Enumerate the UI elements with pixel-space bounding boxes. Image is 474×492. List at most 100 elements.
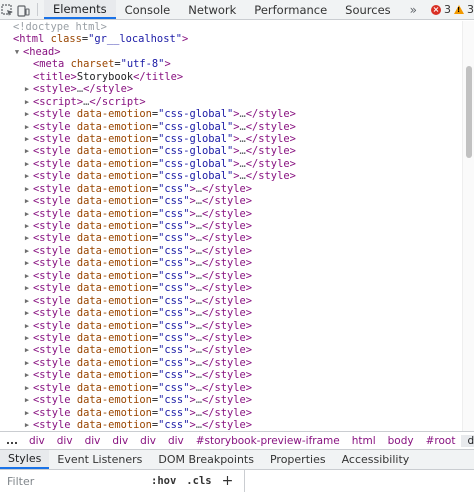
breadcrumb-item[interactable]: body (382, 435, 420, 447)
dom-tree-row[interactable]: ▶ <style data-emotion="css">…</style> (0, 320, 462, 332)
dom-tree-row[interactable]: ▶ <style data-emotion="css-global">…</sty… (0, 170, 462, 182)
dom-tree-row[interactable]: ▼ <head> (0, 46, 462, 58)
device-toolbar-icon[interactable] (16, 0, 32, 20)
dom-tree-row[interactable]: ▶ <style data-emotion="css">…</style> (0, 344, 462, 356)
expand-arrow-closed-icon[interactable]: ▶ (23, 108, 31, 120)
breadcrumb-item[interactable]: div (23, 435, 51, 447)
dom-tree-row[interactable]: ▶ <style data-emotion="css">…</style> (0, 357, 462, 369)
expand-arrow-closed-icon[interactable]: ▶ (23, 369, 31, 381)
tab-properties[interactable]: Properties (262, 450, 334, 469)
tab-event-listeners[interactable]: Event Listeners (49, 450, 150, 469)
tab-network[interactable]: Network (179, 0, 245, 19)
breadcrumb-item[interactable]: html (346, 435, 382, 447)
dom-tree-row[interactable]: <!doctype html> (0, 21, 462, 33)
expand-arrow-closed-icon[interactable]: ▶ (23, 394, 31, 406)
tab-accessibility[interactable]: Accessibility (334, 450, 418, 469)
expand-arrow-closed-icon[interactable]: ▶ (23, 257, 31, 269)
new-style-rule-button[interactable]: + (217, 473, 239, 489)
dom-tree-row[interactable]: ▶ <style data-emotion="css">…</style> (0, 394, 462, 406)
expand-arrow-closed-icon[interactable]: ▶ (23, 407, 31, 419)
expand-arrow-closed-icon[interactable]: ▶ (23, 170, 31, 182)
breadcrumb-overflow[interactable]: ... (0, 435, 23, 447)
expand-arrow-closed-icon[interactable]: ▶ (23, 344, 31, 356)
scrollbar-thumb[interactable] (466, 66, 472, 158)
dom-tree-row[interactable]: <meta charset="utf-8"> (0, 58, 462, 70)
expand-arrow-closed-icon[interactable]: ▶ (23, 208, 31, 220)
dom-tree-row[interactable]: ▶ <style data-emotion="css">…</style> (0, 257, 462, 269)
expand-arrow-closed-icon[interactable]: ▶ (23, 307, 31, 319)
breadcrumb-item[interactable]: #root (420, 435, 462, 447)
tab-styles[interactable]: Styles (0, 450, 50, 469)
breadcrumb-item[interactable]: div (134, 435, 162, 447)
dom-tree-row[interactable]: ▶ <style data-emotion="css-global">…</sty… (0, 108, 462, 120)
dom-tree-row[interactable]: ▶ <style data-emotion="css">…</style> (0, 332, 462, 344)
dom-tree-row[interactable]: ▶ <style data-emotion="css">…</style> (0, 282, 462, 294)
dom-tree-row[interactable]: ▶ <style data-emotion="css">…</style> (0, 295, 462, 307)
dom-tree-row[interactable]: ▶ <style data-emotion="css">…</style> (0, 407, 462, 419)
dom-tree-scrollbar[interactable] (462, 21, 474, 431)
expand-arrow-closed-icon[interactable]: ▶ (23, 419, 31, 431)
tag-name: style (39, 369, 71, 382)
expand-arrow-closed-icon[interactable]: ▶ (23, 183, 31, 195)
class-toggle-button[interactable]: .cls (181, 475, 216, 487)
dom-tree-row[interactable]: ▶ <style data-emotion="css-global">…</sty… (0, 145, 462, 157)
breadcrumb-item[interactable]: #storybook-preview-iframe (190, 435, 346, 447)
inspect-element-icon[interactable] (0, 0, 16, 20)
attr-value: css (164, 207, 184, 220)
dom-tree[interactable]: <!doctype html> <html class="gr__localhos… (0, 21, 462, 431)
breadcrumb-item[interactable]: div (79, 435, 107, 447)
tab-performance[interactable]: Performance (245, 0, 336, 19)
expand-arrow-closed-icon[interactable]: ▶ (23, 220, 31, 232)
dom-tree-row[interactable]: ▶ <style data-emotion="css">…</style> (0, 270, 462, 282)
dom-tree-row[interactable]: ▶ <style data-emotion="css">…</style> (0, 195, 462, 207)
expand-arrow-closed-icon[interactable]: ▶ (23, 270, 31, 282)
tab-console[interactable]: Console (116, 0, 180, 19)
dom-tree-row[interactable]: ▶ <style data-emotion="css">…</style> (0, 307, 462, 319)
expand-arrow-closed-icon[interactable]: ▶ (23, 133, 31, 145)
breadcrumb-item[interactable]: div (106, 435, 134, 447)
expand-arrow-closed-icon[interactable]: ▶ (23, 83, 31, 95)
expand-arrow-closed-icon[interactable]: ▶ (23, 382, 31, 394)
attr-value: css (164, 244, 184, 257)
tab-elements[interactable]: Elements (44, 0, 116, 19)
tag-name: style (39, 244, 71, 257)
dom-tree-row[interactable]: <html class="gr__localhost"> (0, 33, 462, 45)
expand-arrow-closed-icon[interactable]: ▶ (23, 195, 31, 207)
expand-arrow-closed-icon[interactable]: ▶ (23, 295, 31, 307)
tab-sources[interactable]: Sources (336, 0, 400, 19)
expand-arrow-closed-icon[interactable]: ▶ (23, 245, 31, 257)
expand-arrow-closed-icon[interactable]: ▶ (23, 282, 31, 294)
expand-arrow-closed-icon[interactable]: ▶ (23, 145, 31, 157)
breadcrumb-item[interactable]: div.css-pq4j27 (461, 434, 474, 447)
dom-tree-row[interactable]: ▶ <style>…</style> (0, 83, 462, 95)
tab-dom-breakpoints[interactable]: DOM Breakpoints (150, 450, 262, 469)
dom-tree-row[interactable]: ▶ <style data-emotion="css-global">…</sty… (0, 133, 462, 145)
hover-state-button[interactable]: :hov (146, 475, 181, 487)
expand-arrow-closed-icon[interactable]: ▶ (23, 96, 31, 108)
dom-tree-row[interactable]: ▶ <style data-emotion="css">…</style> (0, 245, 462, 257)
dom-tree-row[interactable]: ▶ <style data-emotion="css">…</style> (0, 183, 462, 195)
expand-arrow-closed-icon[interactable]: ▶ (23, 232, 31, 244)
dom-tree-row[interactable]: ▶ <style data-emotion="css">…</style> (0, 220, 462, 232)
dom-tree-row[interactable]: ▶ <style data-emotion="css">…</style> (0, 369, 462, 381)
dom-tree-row[interactable]: ▶ <style data-emotion="css">…</style> (0, 208, 462, 220)
expand-arrow-closed-icon[interactable]: ▶ (23, 357, 31, 369)
breadcrumb-item[interactable]: div (162, 435, 190, 447)
issues-counter[interactable]: × 3 ! 3 (431, 0, 474, 19)
expand-arrow-closed-icon[interactable]: ▶ (23, 320, 31, 332)
expand-arrow-closed-icon[interactable]: ▶ (23, 121, 31, 133)
filter-input[interactable]: Filter (4, 472, 146, 490)
dom-tree-row[interactable]: ▶ <style data-emotion="css">…</style> (0, 419, 462, 431)
dom-tree-row[interactable]: ▶ <style data-emotion="css-global">…</sty… (0, 121, 462, 133)
breadcrumb-item[interactable]: div (51, 435, 79, 447)
expand-arrow-closed-icon[interactable]: ▶ (23, 332, 31, 344)
more-tabs-button[interactable]: » (400, 0, 427, 19)
dom-tree-row[interactable]: ▶ <style data-emotion="css">…</style> (0, 382, 462, 394)
dom-tree-row[interactable]: ▶ <script>…</script> (0, 96, 462, 108)
toolbar-separator (37, 3, 38, 16)
dom-tree-row[interactable]: ▶ <style data-emotion="css-global">…</sty… (0, 158, 462, 170)
dom-tree-row[interactable]: <title>Storybook</title> (0, 71, 462, 83)
expand-arrow-closed-icon[interactable]: ▶ (23, 158, 31, 170)
expand-arrow-open-icon[interactable]: ▼ (13, 46, 21, 58)
dom-tree-row[interactable]: ▶ <style data-emotion="css">…</style> (0, 232, 462, 244)
